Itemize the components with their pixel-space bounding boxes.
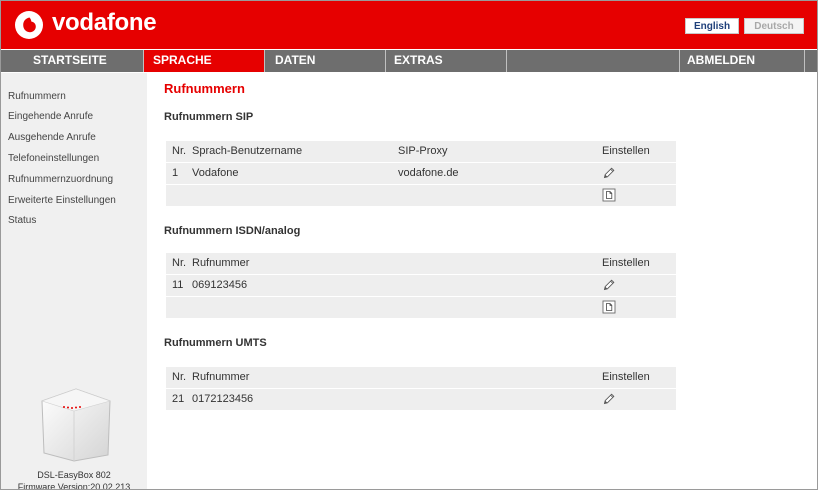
vodafone-logo-icon xyxy=(15,11,43,39)
table-row: 11 069123456 xyxy=(166,275,676,297)
new-document-icon[interactable] xyxy=(602,188,616,202)
table-row: 1 Vodafone vodafone.de xyxy=(166,163,676,185)
column-header-rufnummer: Rufnummer xyxy=(192,371,250,383)
firmware-version-label: Firmware Version:20.02.213 xyxy=(17,482,131,490)
device-name-label: DSL-EasyBox 802 xyxy=(37,470,111,480)
sidebar-item-rufnummern[interactable]: Rufnummern xyxy=(8,91,66,102)
edit-pencil-icon[interactable] xyxy=(602,166,616,180)
brand-name: vodafone xyxy=(52,9,157,36)
cell-nr: 21 xyxy=(172,393,185,405)
table-row-add xyxy=(166,297,676,319)
cell-sprach-benutzername: Vodafone xyxy=(192,167,239,179)
section-title-sip: Rufnummern SIP xyxy=(164,111,254,123)
section-title-umts: Rufnummern UMTS xyxy=(164,337,267,349)
page-title: Rufnummern xyxy=(164,81,245,96)
nav-daten[interactable]: DATEN xyxy=(265,50,385,72)
new-document-icon[interactable] xyxy=(602,300,616,314)
cell-sip-proxy: vodafone.de xyxy=(398,167,459,179)
umts-table: Nr. Rufnummer Einstellen 21 0172123456 xyxy=(166,367,676,411)
table-row: 21 0172123456 xyxy=(166,389,676,411)
cell-nr: 11 xyxy=(172,279,184,291)
table-header-row: Nr. Rufnummer Einstellen xyxy=(166,367,676,389)
table-header-row: Nr. Sprach-Benutzername SIP-Proxy Einste… xyxy=(166,141,676,163)
app-window: vodafone English Deutsch STARTSEITE SPRA… xyxy=(0,0,818,490)
column-header-sip-proxy: SIP-Proxy xyxy=(398,145,448,157)
sidebar-item-rufnummernzuordnung[interactable]: Rufnummernzuordnung xyxy=(8,174,113,185)
nav-empty-slot xyxy=(507,50,679,72)
sidebar-item-eingehende-anrufe[interactable]: Eingehende Anrufe xyxy=(8,111,93,122)
sip-table: Nr. Sprach-Benutzername SIP-Proxy Einste… xyxy=(166,141,676,207)
cell-rufnummer: 069123456 xyxy=(192,279,248,291)
edit-pencil-icon[interactable] xyxy=(602,278,616,292)
nav-startseite[interactable]: STARTSEITE xyxy=(21,50,141,72)
column-header-rufnummer: Rufnummer xyxy=(192,257,250,269)
cell-nr: 1 xyxy=(172,167,179,179)
nav-sprache[interactable]: SPRACHE xyxy=(144,50,264,72)
edit-pencil-icon[interactable] xyxy=(602,392,616,406)
sidebar-item-ausgehende-anrufe[interactable]: Ausgehende Anrufe xyxy=(8,132,96,143)
nav-extras[interactable]: EXTRAS xyxy=(386,50,506,72)
header-bar: vodafone English Deutsch xyxy=(1,1,817,49)
column-header-einstellen: Einstellen xyxy=(602,257,650,269)
sidebar: Rufnummern Eingehende Anrufe Ausgehende … xyxy=(1,73,147,489)
language-english-button[interactable]: English xyxy=(685,18,739,34)
table-row-add xyxy=(166,185,676,207)
sidebar-item-status[interactable]: Status xyxy=(8,215,36,226)
cell-rufnummer: 0172123456 xyxy=(192,393,254,405)
column-header-nr: Nr. xyxy=(172,257,187,269)
sidebar-item-erweiterte-einstellungen[interactable]: Erweiterte Einstellungen xyxy=(8,195,116,206)
column-header-sprach-benutzername: Sprach-Benutzername xyxy=(192,145,303,157)
column-header-einstellen: Einstellen xyxy=(602,145,650,157)
column-header-einstellen: Einstellen xyxy=(602,371,650,383)
section-title-isdn: Rufnummern ISDN/analog xyxy=(164,225,301,237)
column-header-nr: Nr. xyxy=(172,371,187,383)
isdn-table: Nr. Rufnummer Einstellen 11 069123456 xyxy=(166,253,676,319)
sidebar-item-telefoneinstellungen[interactable]: Telefoneinstellungen xyxy=(8,153,99,164)
router-device-image xyxy=(41,388,111,462)
nav-abmelden[interactable]: ABMELDEN xyxy=(680,50,804,72)
column-header-nr: Nr. xyxy=(172,145,187,157)
nav-divider xyxy=(804,50,805,72)
main-navigation: STARTSEITE SPRACHE DATEN EXTRAS ABMELDEN xyxy=(1,50,817,72)
table-header-row: Nr. Rufnummer Einstellen xyxy=(166,253,676,275)
language-deutsch-button[interactable]: Deutsch xyxy=(744,18,804,34)
